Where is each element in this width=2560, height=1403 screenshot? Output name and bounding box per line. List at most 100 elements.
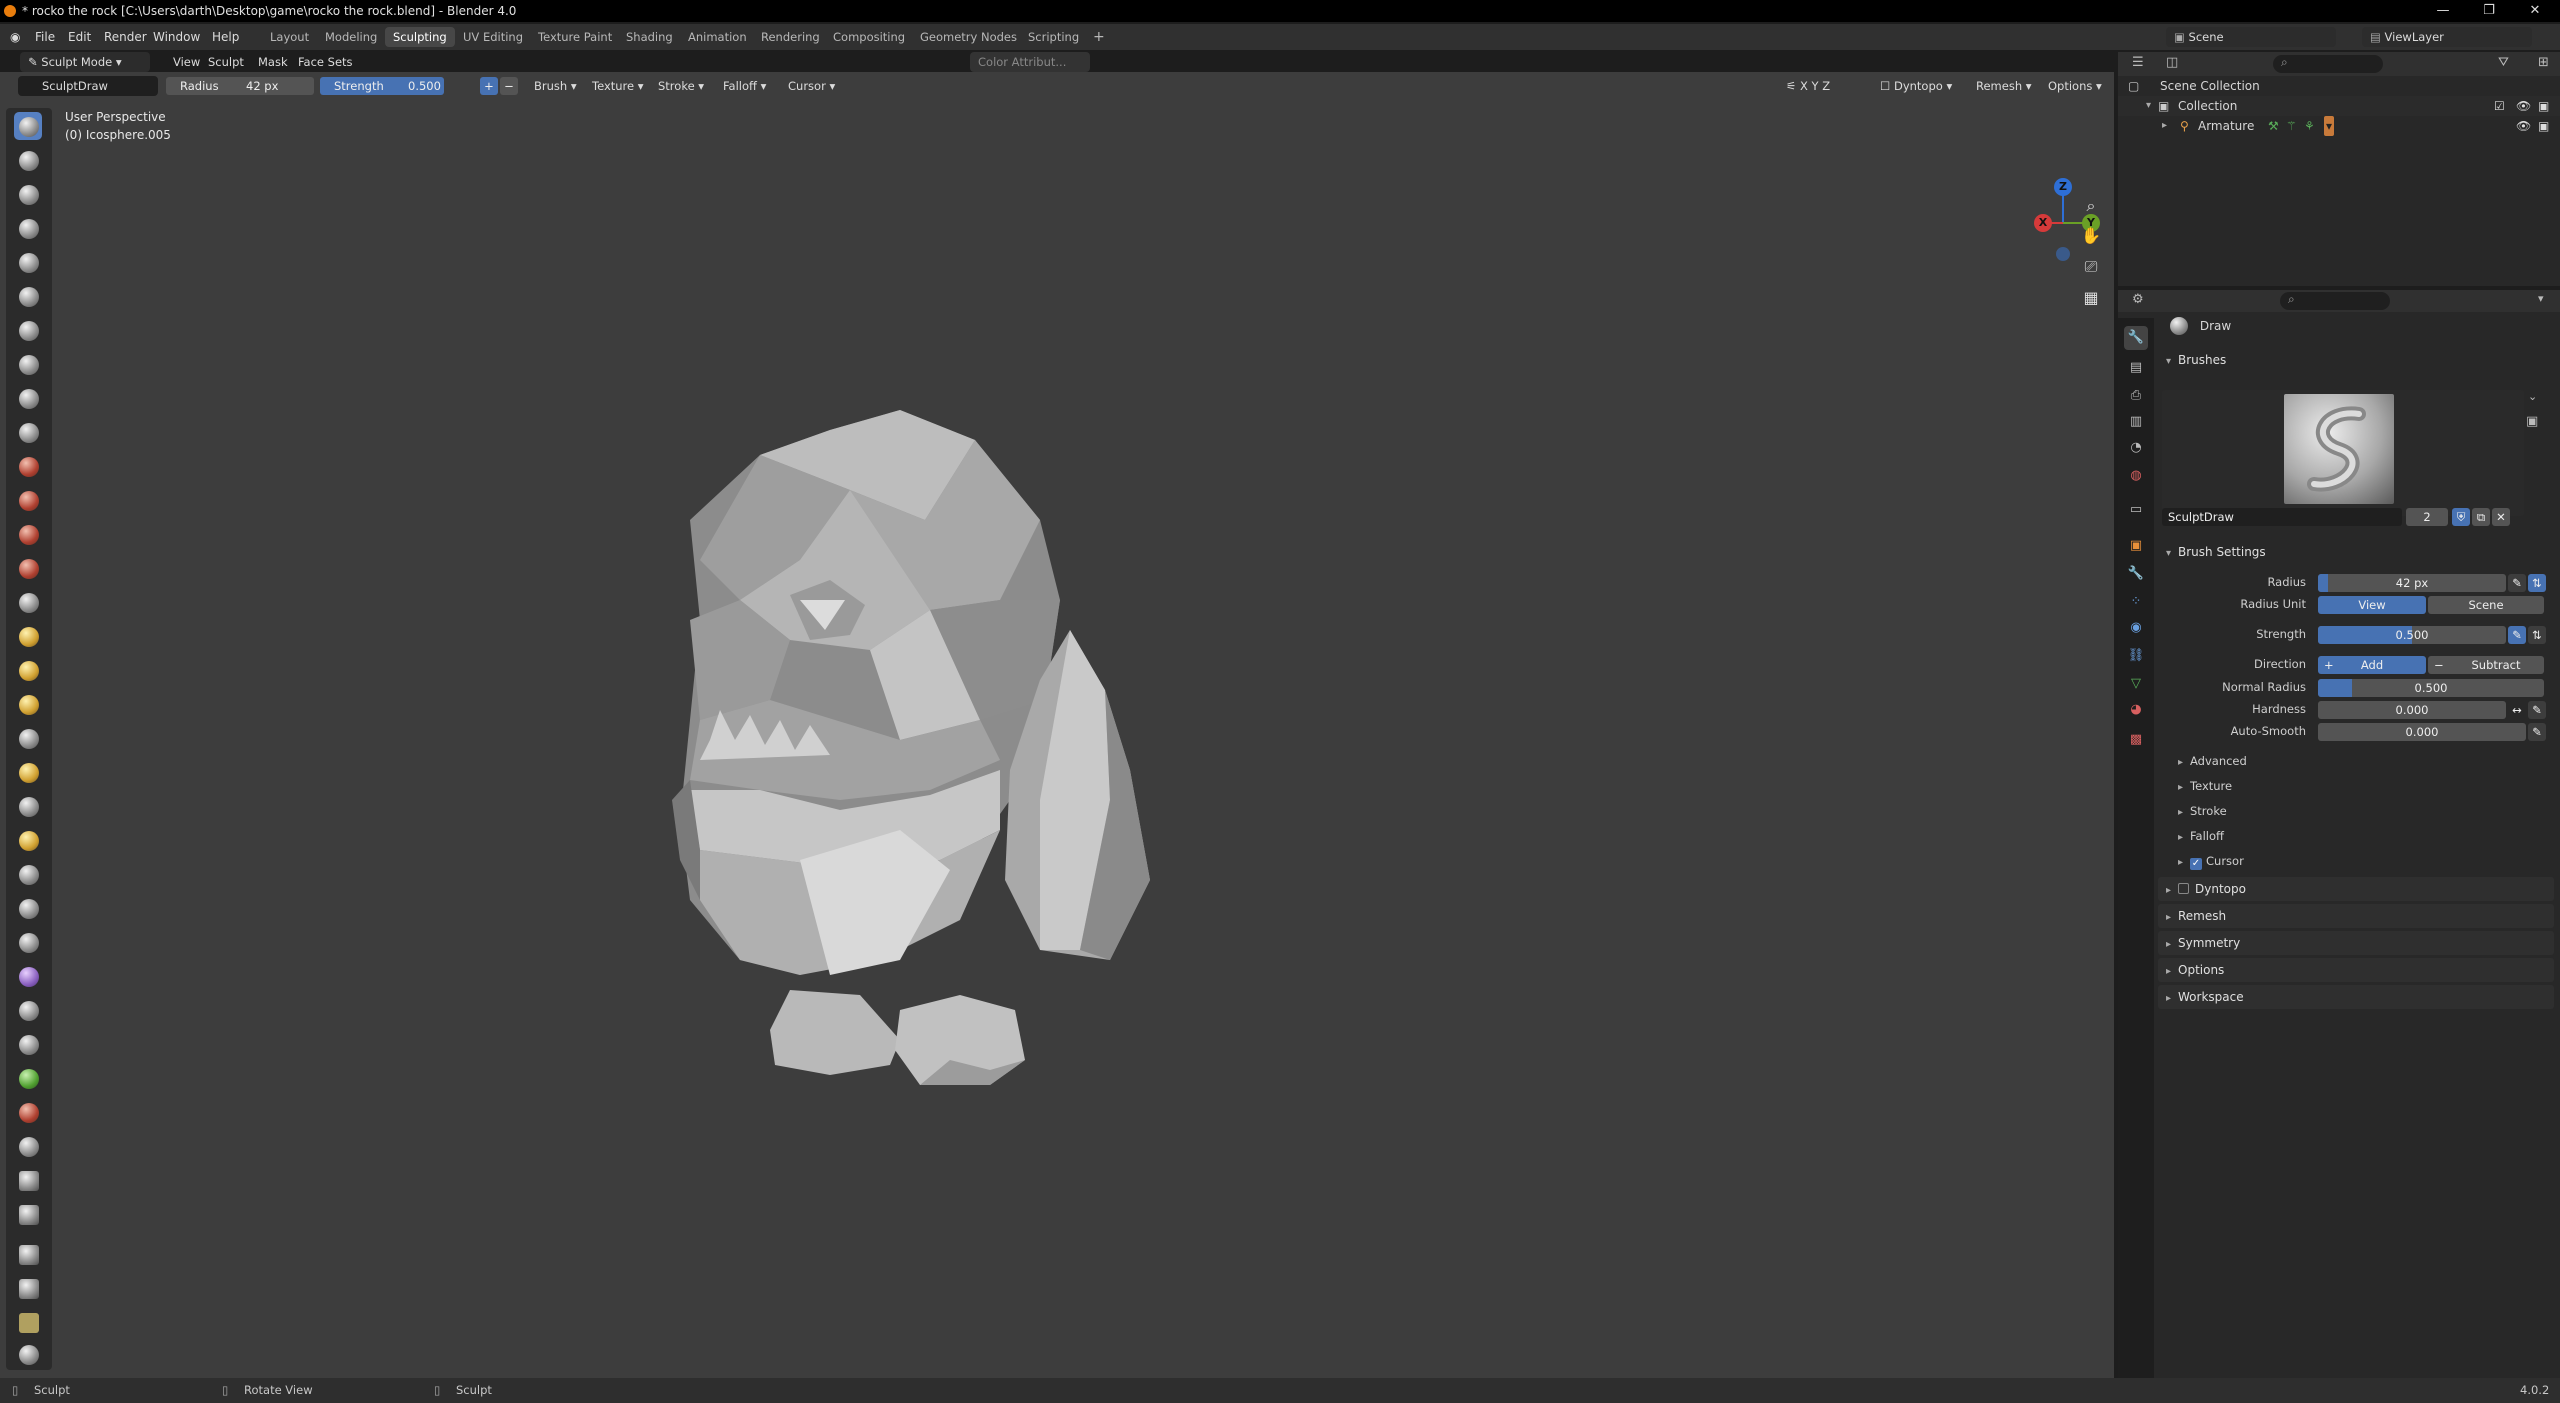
display-mode-icon[interactable]: ◫ bbox=[2166, 55, 2178, 70]
constraints-tab-icon[interactable]: ⛓ bbox=[2124, 644, 2148, 668]
tab-layout[interactable]: Layout bbox=[262, 27, 317, 47]
dyntopo-checkbox-icon[interactable] bbox=[2178, 883, 2189, 894]
tool-mask[interactable] bbox=[14, 996, 42, 1024]
section-dyntopo[interactable]: ▸ Dyntopo bbox=[2158, 877, 2554, 901]
tool-scrape[interactable] bbox=[14, 520, 42, 548]
radius-unit-scene-button[interactable]: Scene bbox=[2428, 596, 2544, 614]
ortho-grid-icon[interactable]: ▦ bbox=[2077, 284, 2105, 312]
tool-rotate[interactable] bbox=[14, 826, 42, 854]
direction-subtract-button[interactable]: − Subtract bbox=[2428, 656, 2544, 674]
tab-animation[interactable]: Animation bbox=[680, 27, 755, 47]
brushes-panel-header[interactable]: ▾ Brushes bbox=[2158, 348, 2554, 372]
tool-draw[interactable] bbox=[14, 112, 42, 140]
tool-flatten[interactable] bbox=[14, 452, 42, 480]
tool-clay-strips[interactable] bbox=[14, 214, 42, 242]
viewlayer-selector[interactable]: ▤ ViewLayer bbox=[2362, 27, 2532, 47]
menu-mask[interactable]: Mask bbox=[250, 52, 296, 72]
blender-menu-icon[interactable]: ◉ bbox=[10, 24, 20, 50]
scene-selector[interactable]: ▣ Scene bbox=[2166, 27, 2336, 47]
maximize-button[interactable]: ❐ bbox=[2466, 0, 2512, 22]
menu-sculpt[interactable]: Sculpt bbox=[200, 52, 252, 72]
subpanel-falloff[interactable]: ▸ Falloff bbox=[2178, 829, 2224, 843]
outliner-row-collection[interactable]: ▾ ▣ Collection ☑ 👁 ▣ bbox=[2118, 96, 2560, 116]
physics-tab-icon[interactable]: ◉ bbox=[2124, 616, 2148, 640]
tool-smear[interactable] bbox=[14, 1132, 42, 1160]
object-tab-icon[interactable]: ▣ bbox=[2124, 534, 2148, 558]
auto-smooth-pen-icon[interactable]: ✎ bbox=[2528, 723, 2546, 741]
tool-thumb[interactable] bbox=[14, 724, 42, 752]
tab-scripting[interactable]: Scripting bbox=[1020, 27, 1087, 47]
header-radius-field[interactable]: Radius 42 px bbox=[166, 77, 314, 95]
tool-multires-displace[interactable] bbox=[14, 1064, 42, 1092]
brush-thumbnail[interactable] bbox=[2284, 394, 2394, 504]
camera-view-icon[interactable]: ⎚ bbox=[2077, 253, 2105, 281]
tool-layer[interactable] bbox=[14, 282, 42, 310]
particles-tab-icon[interactable]: ⁘ bbox=[2124, 590, 2148, 614]
new-collection-icon[interactable]: ⊞ bbox=[2538, 55, 2549, 70]
falloff-popover[interactable]: Falloff ▾ bbox=[715, 76, 774, 96]
view-layer-tab-icon[interactable]: ▥ bbox=[2124, 410, 2148, 434]
outliner-search-input[interactable]: ⌕ bbox=[2273, 55, 2383, 73]
tool-fill[interactable] bbox=[14, 486, 42, 514]
modifiers-tab-icon[interactable]: 🔧 bbox=[2124, 562, 2148, 586]
tool-blob[interactable] bbox=[14, 350, 42, 378]
tool-mesh-filter[interactable] bbox=[14, 1240, 42, 1268]
section-symmetry[interactable]: ▸ Symmetry bbox=[2158, 931, 2554, 955]
add-workspace-button[interactable]: + bbox=[1085, 27, 1113, 47]
tool-cloth[interactable] bbox=[14, 928, 42, 956]
section-remesh[interactable]: ▸ Remesh bbox=[2158, 904, 2554, 928]
tool-multiplane-scrape[interactable] bbox=[14, 554, 42, 582]
outliner-row-scene-collection[interactable]: ▢ Scene Collection bbox=[2118, 76, 2560, 96]
armature-visibility-eye-icon[interactable]: 👁 bbox=[2516, 116, 2531, 136]
dyntopo-popover[interactable]: ☐ Dyntopo ▾ bbox=[1872, 76, 1960, 96]
tool-box-mask[interactable] bbox=[14, 1166, 42, 1194]
brush-settings-header[interactable]: ▾ Brush Settings bbox=[2158, 540, 2554, 564]
texture-tab-icon[interactable]: ▩ bbox=[2124, 728, 2148, 752]
tab-sculpting[interactable]: Sculpting bbox=[385, 27, 455, 47]
cursor-popover[interactable]: Cursor ▾ bbox=[780, 76, 843, 96]
tool-slide-relax[interactable] bbox=[14, 860, 42, 888]
hardness-pen-icon[interactable]: ✎ bbox=[2528, 701, 2546, 719]
gizmo-neg-z-axis[interactable] bbox=[2056, 247, 2070, 261]
world-tab-icon[interactable]: ◍ bbox=[2124, 464, 2148, 488]
remesh-popover[interactable]: Remesh ▾ bbox=[1968, 76, 2040, 96]
subpanel-cursor[interactable]: ▸ ✓ Cursor bbox=[2178, 854, 2244, 870]
tool-transform[interactable] bbox=[14, 1340, 42, 1368]
menu-render[interactable]: Render bbox=[104, 24, 147, 50]
unlink-brush-icon[interactable]: ✕ bbox=[2492, 508, 2510, 526]
properties-editor-type-icon[interactable]: ⚙ bbox=[2132, 292, 2144, 307]
collapse-chevron-icon[interactable]: ▾ bbox=[2146, 96, 2151, 116]
tool-line-project[interactable] bbox=[14, 1200, 42, 1228]
strength-unit-toggle-icon[interactable]: ⇅ bbox=[2528, 626, 2546, 644]
stroke-popover[interactable]: Stroke ▾ bbox=[650, 76, 712, 96]
mirror-x-toggle[interactable]: X bbox=[1800, 79, 1808, 93]
filter-icon[interactable]: ⛛ bbox=[2498, 55, 2509, 70]
tool-draw-face-sets[interactable] bbox=[14, 1030, 42, 1058]
tool-simplify[interactable] bbox=[14, 962, 42, 990]
tool-smooth[interactable] bbox=[14, 418, 42, 446]
brush-list-chevron-icon[interactable]: ⌄ bbox=[2528, 390, 2537, 403]
material-tab-icon[interactable]: ◕ bbox=[2124, 698, 2148, 722]
mode-selector[interactable]: ✎ Sculpt Mode ▾ bbox=[20, 52, 150, 72]
visibility-eye-icon[interactable]: 👁 bbox=[2516, 96, 2531, 116]
zoom-icon[interactable]: ⌕ bbox=[2077, 192, 2105, 220]
subpanel-texture[interactable]: ▸ Texture bbox=[2178, 779, 2232, 793]
header-strength-field[interactable]: Strength 0.500 bbox=[320, 77, 444, 95]
brush-name-field[interactable]: SculptDraw bbox=[2162, 508, 2402, 526]
close-button[interactable]: ✕ bbox=[2512, 0, 2558, 22]
brush-users-count[interactable]: 2 bbox=[2406, 508, 2448, 526]
exclude-checkbox-icon[interactable]: ☑ bbox=[2494, 96, 2505, 116]
armature-render-icon[interactable]: ▣ bbox=[2538, 116, 2549, 136]
tool-paint[interactable] bbox=[14, 1098, 42, 1126]
tool-draw-sharp[interactable] bbox=[14, 146, 42, 174]
subtract-direction-icon[interactable]: − bbox=[500, 77, 518, 95]
normal-radius-field[interactable]: 0.500 bbox=[2318, 679, 2544, 697]
tab-shading[interactable]: Shading bbox=[618, 27, 681, 47]
strength-field[interactable]: 0.500 bbox=[2318, 626, 2506, 644]
strength-pressure-pen-icon[interactable]: ✎ bbox=[2508, 626, 2526, 644]
tool-pose[interactable] bbox=[14, 758, 42, 786]
color-attribute-selector[interactable]: Color Attribut... bbox=[970, 52, 1090, 72]
texture-popover[interactable]: Texture ▾ bbox=[584, 76, 652, 96]
direction-add-button[interactable]: + Add bbox=[2318, 656, 2426, 674]
output-tab-icon[interactable]: ⎙ bbox=[2124, 384, 2148, 408]
